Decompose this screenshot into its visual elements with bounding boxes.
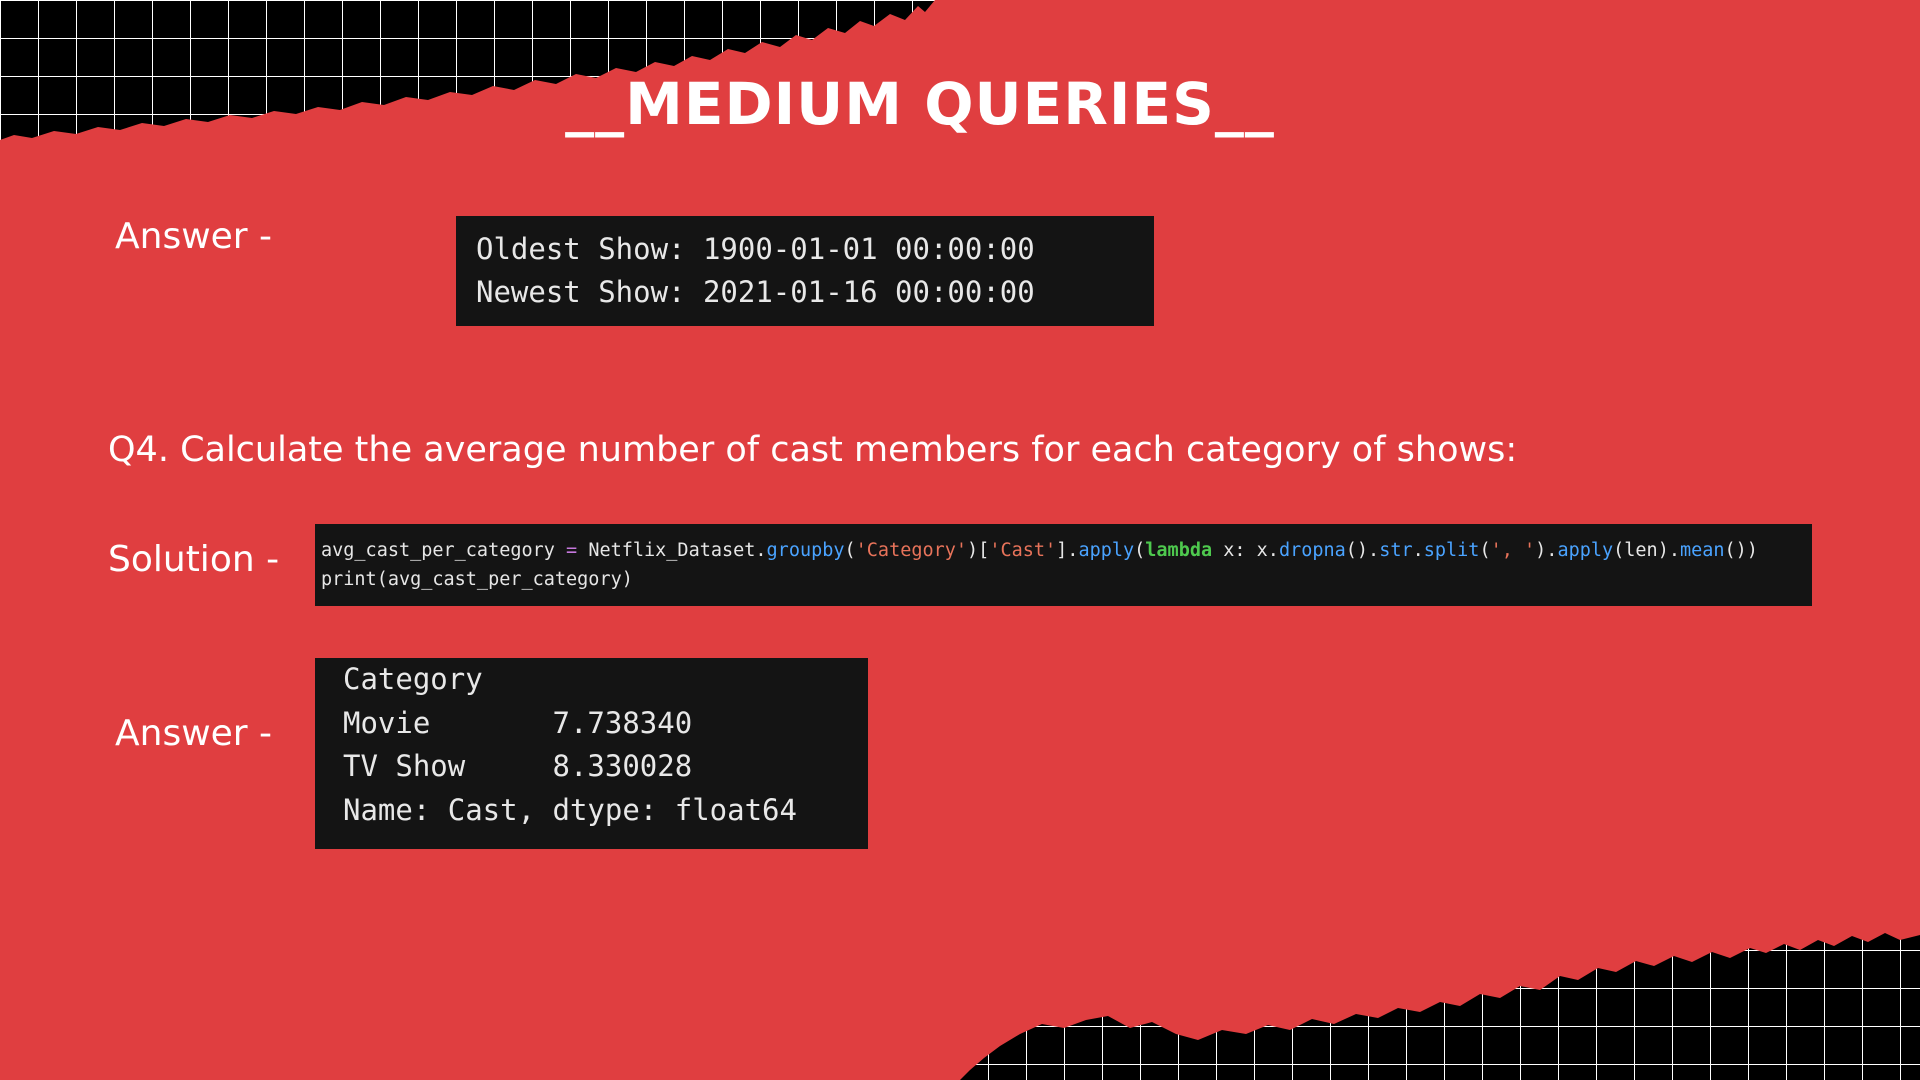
code-fn-split: split xyxy=(1423,540,1480,561)
code-punct: . xyxy=(1412,540,1424,561)
code-string-category: 'Category' xyxy=(855,540,968,561)
code-lambda-args: x: x. xyxy=(1212,540,1279,561)
code-keyword-lambda: lambda xyxy=(1145,540,1213,561)
code-punct: )[ xyxy=(967,540,990,561)
torn-grid-bottom-right xyxy=(960,933,1920,1080)
code-string-separator: ', ' xyxy=(1490,540,1536,561)
code-punct: (len). xyxy=(1613,540,1680,561)
code-punct: ( xyxy=(1479,540,1491,561)
code-fn-apply: apply xyxy=(1078,540,1135,561)
code-punct: ]. xyxy=(1056,540,1079,561)
code-assign-operator: = xyxy=(566,540,578,561)
code-punct: ( xyxy=(844,540,856,561)
code-punct: ). xyxy=(1535,540,1558,561)
question-q4: Q4. Calculate the average number of cast… xyxy=(108,430,1518,470)
avg-cast-output-box: Category Movie 7.738340 TV Show 8.330028 Na… xyxy=(315,658,868,849)
page-title: __MEDIUM QUERIES__ xyxy=(565,70,1275,138)
code-punct: (). xyxy=(1345,540,1380,561)
code-object: Netflix_Dataset. xyxy=(577,540,767,561)
code-fn-mean: mean xyxy=(1679,540,1725,561)
output-line-oldest: Oldest Show: 1900-01-01 00:00:00 xyxy=(476,232,1035,266)
answer-label-2: Answer - xyxy=(115,713,273,754)
answer-label-1: Answer - xyxy=(115,216,273,257)
code-line-1: avg_cast_per_category = Netflix_Dataset.… xyxy=(321,536,1812,565)
code-fn-dropna: dropna xyxy=(1278,540,1346,561)
code-line-2: print(avg_cast_per_category) xyxy=(321,569,633,590)
output-line-newest: Newest Show: 2021-01-16 00:00:00 xyxy=(476,275,1035,309)
solution-label: Solution - xyxy=(108,539,280,580)
output-line-dtype: Name: Cast, dtype: float64 xyxy=(343,792,797,827)
code-punct: ()) xyxy=(1724,540,1758,561)
output-line-tv-show: TV Show 8.330028 xyxy=(343,749,693,783)
code-var: avg_cast_per_category xyxy=(321,540,567,561)
solution-code-box: avg_cast_per_category = Netflix_Dataset.… xyxy=(315,524,1812,606)
code-fn-apply-2: apply xyxy=(1557,540,1614,561)
code-fn-str: str xyxy=(1379,540,1413,561)
code-string-cast: 'Cast' xyxy=(989,540,1057,561)
oldest-newest-output-box: Oldest Show: 1900-01-01 00:00:00 Newest S… xyxy=(456,216,1154,326)
output-line-movie: Movie 7.738340 xyxy=(343,705,693,740)
code-punct: ( xyxy=(1134,540,1146,561)
output-line-header: Category xyxy=(343,662,483,696)
code-fn-groupby: groupby xyxy=(766,540,845,561)
